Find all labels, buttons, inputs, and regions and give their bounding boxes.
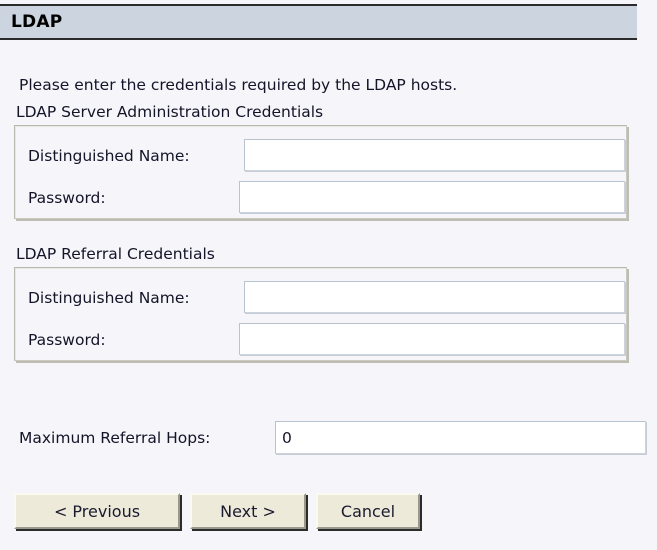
field-row-admin-dn: Distinguished Name:	[15, 139, 626, 172]
window-titlebar: LDAP	[0, 4, 637, 40]
groupbox-server-admin: Distinguished Name: Password:	[14, 125, 627, 219]
previous-button[interactable]: < Previous	[14, 493, 180, 529]
wizard-content-panel: Please enter the credentials required by…	[0, 42, 657, 550]
field-row-admin-password: Password:	[15, 181, 626, 214]
groupbox-referral: Distinguished Name: Password:	[14, 267, 627, 361]
input-referral-distinguished-name[interactable]	[244, 281, 625, 313]
input-max-referral-hops[interactable]	[275, 421, 646, 454]
group-label-referral: LDAP Referral Credentials	[16, 245, 215, 263]
label-admin-password: Password:	[28, 188, 106, 207]
instruction-text: Please enter the credentials required by…	[19, 76, 458, 94]
field-row-referral-dn: Distinguished Name:	[15, 281, 626, 314]
cancel-button[interactable]: Cancel	[316, 493, 420, 529]
input-referral-password[interactable]	[239, 323, 625, 355]
input-admin-password[interactable]	[239, 181, 625, 213]
ldap-wizard-window: LDAP Please enter the credentials requir…	[0, 0, 657, 550]
label-admin-distinguished-name: Distinguished Name:	[28, 146, 190, 165]
label-referral-distinguished-name: Distinguished Name:	[28, 288, 190, 307]
wizard-button-bar: < Previous Next > Cancel	[0, 493, 657, 539]
group-label-server-admin: LDAP Server Administration Credentials	[16, 103, 324, 121]
label-referral-password: Password:	[28, 330, 106, 349]
input-admin-distinguished-name[interactable]	[244, 139, 625, 171]
field-row-referral-password: Password:	[15, 323, 626, 356]
field-row-max-referral-hops: Maximum Referral Hops:	[0, 421, 657, 455]
page-title: LDAP	[11, 12, 63, 32]
next-button[interactable]: Next >	[190, 493, 306, 529]
label-max-referral-hops: Maximum Referral Hops:	[19, 429, 211, 447]
